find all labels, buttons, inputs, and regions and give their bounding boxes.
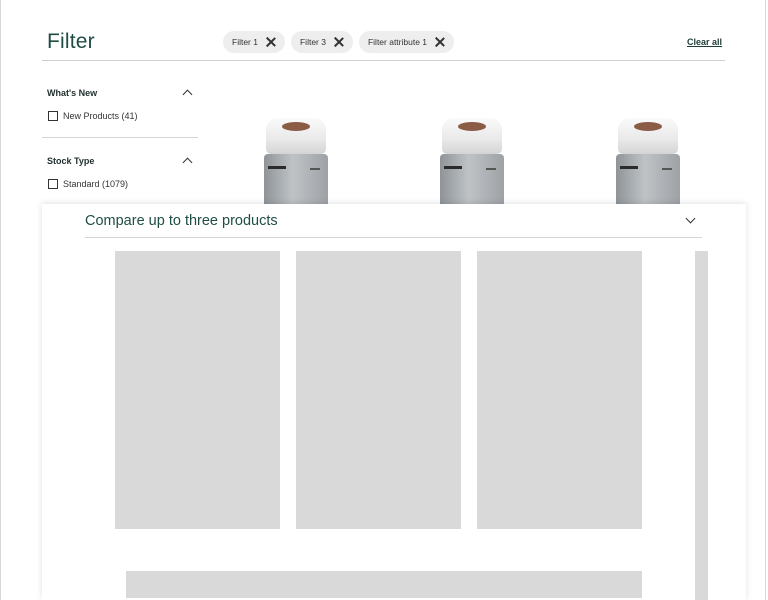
bottle-cap <box>618 118 678 154</box>
product-image[interactable] <box>440 118 504 204</box>
chevron-down-icon[interactable] <box>685 213 696 224</box>
filter-chip-2[interactable]: Filter 3 <box>290 31 353 53</box>
compare-title[interactable]: Compare up to three products <box>85 213 278 229</box>
label-mark <box>620 166 638 169</box>
filter-chip-1[interactable]: Filter 1 <box>223 31 285 53</box>
compare-slot-partial <box>695 251 708 600</box>
label-mark <box>444 166 462 169</box>
product-image[interactable] <box>616 118 680 204</box>
facet-option-label: Standard (1079) <box>63 179 129 189</box>
bottle-body <box>616 154 680 204</box>
close-icon[interactable] <box>435 37 445 47</box>
checkbox[interactable] <box>48 111 58 121</box>
divider <box>42 137 198 138</box>
filter-chip-label: Filter attribute 1 <box>367 37 428 47</box>
cap-label <box>282 122 310 131</box>
close-icon[interactable] <box>266 37 276 47</box>
bottle-body <box>264 154 328 204</box>
cap-label <box>634 122 662 131</box>
facet-option-label: New Products (41) <box>63 111 138 121</box>
label-mark <box>662 168 672 170</box>
bottle-body <box>440 154 504 204</box>
facet-option-standard[interactable]: Standard (1079) <box>48 179 128 189</box>
facet-title-stock-type[interactable]: Stock Type <box>47 156 94 166</box>
clear-all-link[interactable]: Clear all <box>687 37 722 47</box>
close-icon[interactable] <box>334 37 344 47</box>
facet-option-new-products[interactable]: New Products (41) <box>48 111 138 121</box>
checkbox[interactable] <box>48 179 58 189</box>
active-filters: Filter 1 Filter 3 Filter attribute 1 <box>223 31 455 53</box>
product-image[interactable] <box>264 118 328 204</box>
compare-slot-3 <box>477 251 642 529</box>
filter-chip-label: Filter 3 <box>299 37 326 47</box>
label-mark <box>486 168 496 170</box>
facet-title-whats-new[interactable]: What's New <box>47 88 97 98</box>
label-mark <box>268 166 286 169</box>
page-title: Filter <box>47 30 95 53</box>
bottle-cap <box>266 118 326 154</box>
divider <box>85 237 702 238</box>
divider <box>42 60 725 61</box>
compare-action-placeholder <box>126 571 642 598</box>
filter-chip-label: Filter 1 <box>232 37 258 47</box>
bottle-cap <box>442 118 502 154</box>
cap-label <box>458 122 486 131</box>
label-mark <box>310 168 320 170</box>
compare-panel: Compare up to three products <box>42 204 746 600</box>
compare-slot-1 <box>115 251 280 529</box>
compare-slot-2 <box>296 251 461 529</box>
filter-chip-3[interactable]: Filter attribute 1 <box>358 31 455 53</box>
